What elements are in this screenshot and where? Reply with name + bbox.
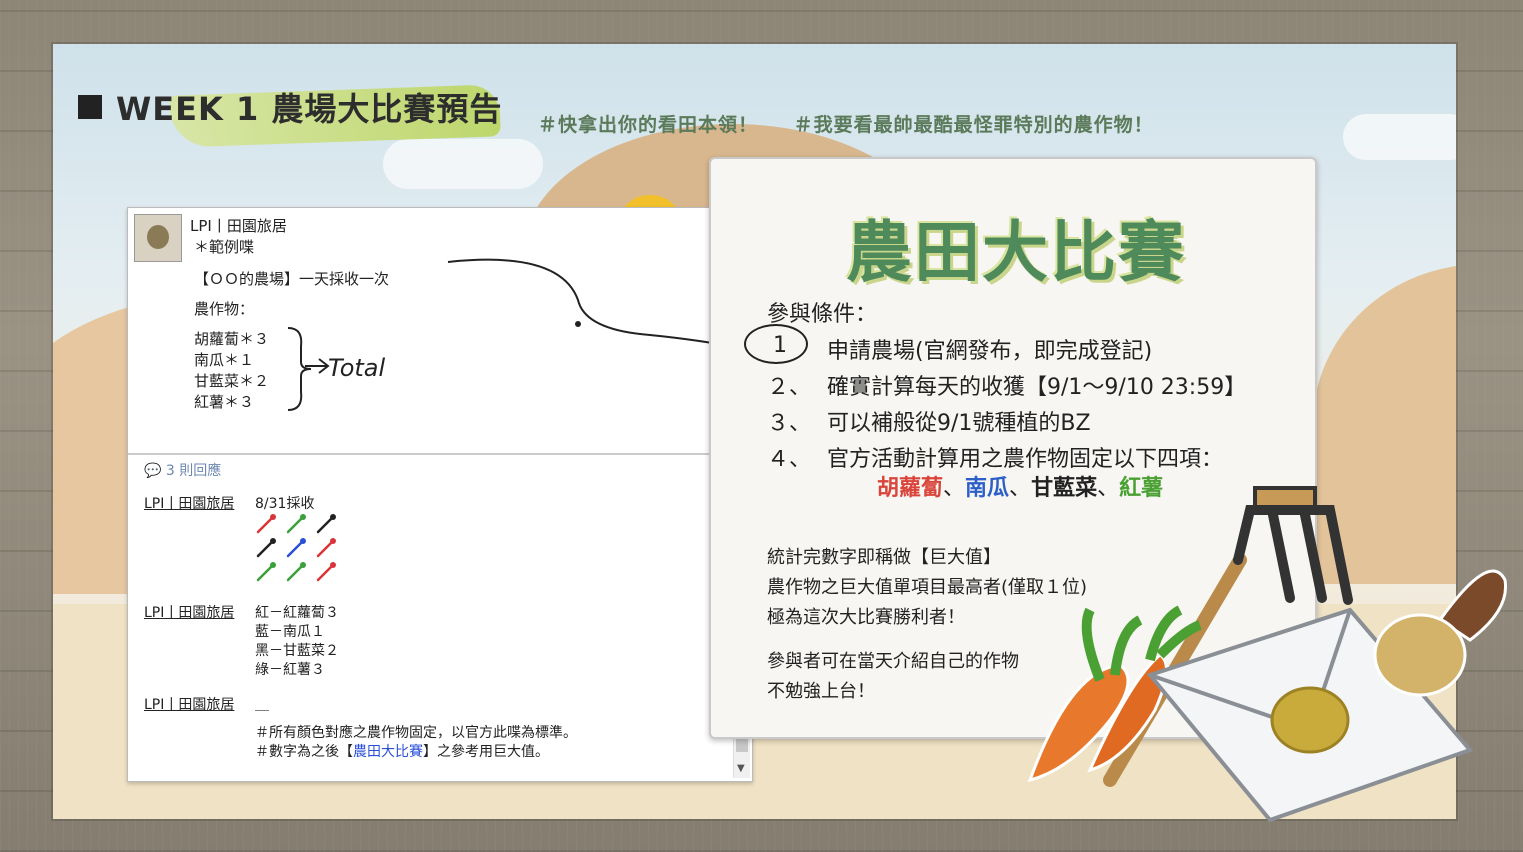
legend-line: 紅－紅蘿蔔３ [255,605,339,621]
wax-stamp-icon [1373,569,1508,697]
page-title: WEEK 1 農場大比賽預告 [116,90,503,128]
crop-line: 甘藍菜＊２ [194,372,270,390]
item-text: 官方活動計算用之農作物固定以下四項： [827,447,1224,472]
comment-author[interactable]: LPI丨田園旅居 [144,493,234,513]
comment-author[interactable]: LPI丨田園旅居 [144,602,234,622]
note-text: ＃數字為之後【 [255,744,353,760]
square-bullet-icon [78,95,102,119]
note-line: 不勉強上台！ [767,681,875,702]
conditions-label: 參與條件： [767,302,878,327]
crop-carrot: 胡蘿蔔 [877,476,944,501]
avatar[interactable] [134,214,182,262]
note-line: 參與者可在當天介紹自己的作物 [767,651,1019,672]
rule-line: 統計完數字即稱做【巨大值】 [767,547,1001,568]
cloud [383,139,543,189]
comment-text: 8/31採收 [255,496,315,512]
social-post-example: LPI丨田園旅居 ＊範例喋 【ＯＯ的農場】一天採收一次 農作物： 胡蘿蔔＊３ 南… [127,207,753,782]
crop-pumpkin: 南瓜 [965,476,1010,501]
comment-count[interactable]: 💬 3 則回應 [144,460,221,480]
item-text: 可以補般從9/1號種植的BZ [827,411,1091,436]
post-sample-label: ＊範例喋 [194,238,255,256]
item-number: ４、 [767,447,812,472]
scroll-down-icon[interactable]: ▼ [737,763,745,774]
crop-line: 南瓜＊１ [194,351,255,369]
hashtags: ＃快拿出你的看田本領！ ＃我要看最帥最酷最怪罪特別的農作物！ [538,110,1182,137]
comment-count-label: 3 則回應 [165,463,222,479]
item-number: ３、 [767,411,812,436]
card-title: 農田大比賽 [846,214,1186,291]
total-note: Total [328,354,386,382]
comment-author[interactable]: LPI丨田園旅居 [144,694,234,714]
note-line: ＃數字為之後【農田大比賽】之參考用巨大值。 [255,741,549,761]
item-number: ２、 [767,375,812,400]
post-farm-line: 【ＯＯ的農場】一天採收一次 [194,270,390,288]
note-highlight: 農田大比賽 [353,744,423,760]
note-text: 】之參考用巨大值。 [423,744,549,760]
cloud [1343,114,1456,160]
crop-line: 紅薯＊３ [194,393,255,411]
comment-text: ＿ [255,697,269,713]
post-crops-label: 農作物： [194,300,255,318]
legend-line: 綠－紅薯３ [255,662,325,678]
number-circle-mark [744,324,808,364]
speech-bubble-icon: 💬 [144,463,162,479]
hashtag: ＃快拿出你的看田本領！ [538,114,759,136]
note-line: ＃所有顏色對應之農作物固定，以官方此喋為標準。 [255,725,577,741]
title-bar: WEEK 1 農場大比賽預告 [78,82,502,132]
colored-pins-icon [256,514,336,582]
separator: 、 [943,476,966,501]
item-text: 申請農場(官網發布，即完成登記) [827,339,1153,364]
hashtag: ＃我要看最帥最酷最怪罪特別的農作物！ [793,114,1154,136]
item-text: 確實計算每天的收獲【9/1～9/10 23:59】 [827,375,1247,400]
rule-line: 極為這次大比賽勝利者！ [767,607,965,628]
crop-line: 胡蘿蔔＊３ [194,330,270,348]
legend-line: 藍－南瓜１ [255,624,325,640]
post-author[interactable]: LPI丨田園旅居 [190,215,287,236]
legend-line: 黑－甘藍菜２ [255,643,339,659]
farm-tools-illustration [1027,486,1508,823]
